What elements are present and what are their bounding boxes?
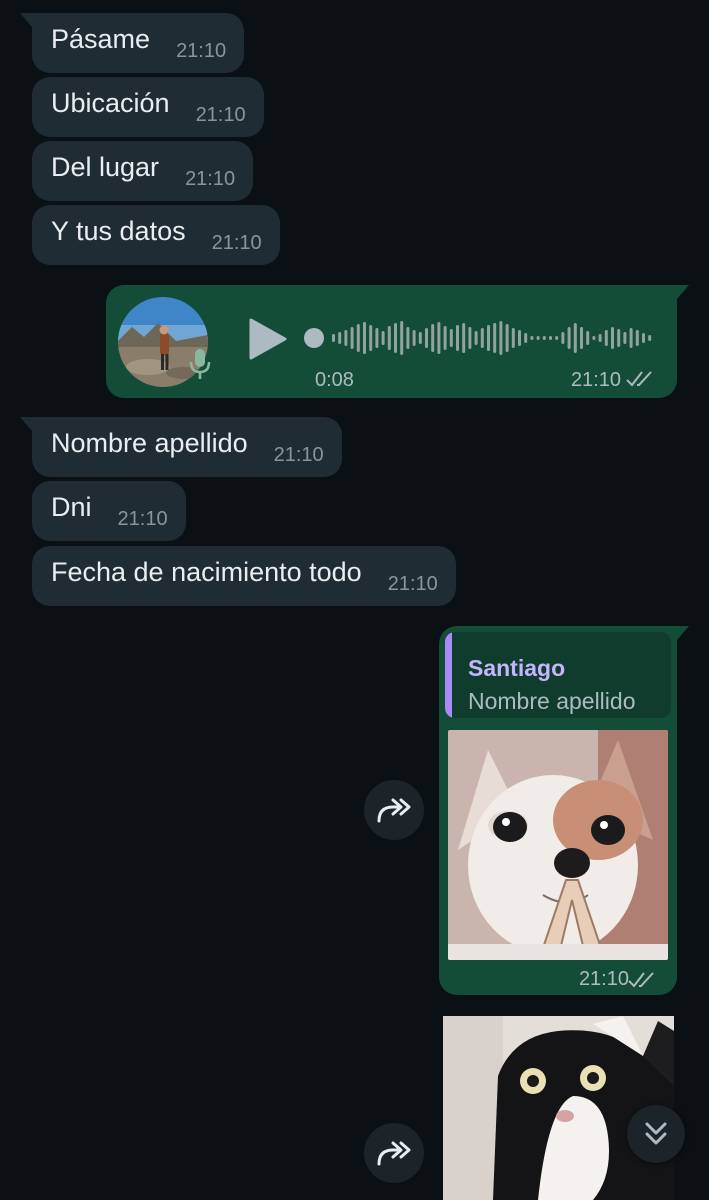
scroll-to-bottom-button[interactable] <box>627 1105 685 1163</box>
message-bubble-incoming[interactable]: Y tus datos 21:10 <box>32 205 280 265</box>
waveform-bar <box>369 325 373 351</box>
message-text: Dni <box>51 491 92 522</box>
quote-text: Nombre apellido <box>468 688 636 714</box>
waveform-bar <box>592 336 596 340</box>
waveform-bar <box>363 322 366 354</box>
waveform-bar <box>425 328 428 348</box>
message-text: Pásame <box>51 23 151 54</box>
waveform-bar <box>530 336 534 340</box>
cat-sticker-image[interactable] <box>443 1016 674 1200</box>
waveform-bar <box>586 331 590 345</box>
waveform-bar <box>443 326 447 350</box>
waveform-bar <box>449 329 453 347</box>
waveform-bar <box>617 329 621 347</box>
waveform[interactable] <box>304 313 654 363</box>
waveform-bar <box>387 326 391 350</box>
quote-accent-bar <box>445 632 452 718</box>
waveform-bar <box>518 330 521 346</box>
message-text: Nombre apellido <box>51 427 248 458</box>
message-time: 21:10 <box>195 103 246 126</box>
waveform-bar <box>344 330 348 346</box>
double-check-icon <box>626 371 652 387</box>
double-check-icon <box>628 972 654 988</box>
waveform-bar <box>611 327 614 349</box>
waveform-bar <box>468 327 472 349</box>
waveform-bar <box>549 336 552 340</box>
message-time: 21:10 <box>570 369 621 391</box>
message-bubble-incoming[interactable]: Pásame 21:10 <box>19 13 245 73</box>
message-text: Ubicación <box>51 87 170 118</box>
waveform-bar <box>499 321 503 355</box>
message-time: 21:10 <box>117 507 168 530</box>
message-text: Fecha de nacimiento todo <box>51 556 362 587</box>
chat-view: Pásame 21:10 Ubicación 21:10 Del lugar 2… <box>0 0 709 1200</box>
waveform-bar <box>474 331 478 345</box>
waveform-bar <box>635 330 639 346</box>
forward-button[interactable] <box>364 780 424 840</box>
waveform-bar <box>338 332 342 344</box>
waveform-bar <box>505 324 509 352</box>
waveform-bar <box>604 330 608 346</box>
waveform-bar <box>332 334 335 342</box>
chevron-double-down-icon <box>645 1122 667 1145</box>
message-time: 21:10 <box>273 443 324 466</box>
message-text: Y tus datos <box>51 215 186 246</box>
waveform-bar <box>598 334 602 342</box>
waveform-bar <box>431 324 435 352</box>
voice-duration: 0:08 <box>315 369 354 391</box>
quote-author: Santiago <box>468 655 566 681</box>
waveform-bar <box>437 322 441 354</box>
dog-sticker-image[interactable] <box>448 730 668 960</box>
waveform-bar <box>493 323 497 353</box>
waveform-bar <box>648 335 652 341</box>
message-time: 21:10 <box>211 231 262 254</box>
waveform-bar <box>480 328 484 348</box>
waveform-bar <box>623 332 627 344</box>
waveform-bar <box>567 327 571 349</box>
forward-button[interactable] <box>364 1123 424 1183</box>
message-bubble-incoming[interactable]: Dni 21:10 <box>32 481 186 541</box>
message-bubble-incoming[interactable]: Fecha de nacimiento todo 21:10 <box>32 546 456 606</box>
waveform-bar <box>580 327 583 349</box>
microphone-icon <box>189 349 211 379</box>
waveform-bar <box>542 336 546 340</box>
waveform-bar <box>406 327 410 349</box>
waveform-bar <box>524 333 528 343</box>
voice-message[interactable]: 0:08 21:10 <box>106 285 689 398</box>
waveform-bar <box>350 327 354 349</box>
message-time: 21:10 <box>387 572 438 595</box>
waveform-bar <box>356 324 360 352</box>
message-time: 21:10 <box>185 167 236 190</box>
waveform-bar <box>561 332 565 344</box>
waveform-bar <box>642 333 645 343</box>
waveform-bar <box>536 336 540 340</box>
forward-icon <box>377 1141 411 1166</box>
quoted-message[interactable]: Santiago Nombre apellido <box>445 632 671 718</box>
waveform-bar <box>381 331 385 345</box>
waveform-bar <box>375 328 379 348</box>
waveform-bar <box>462 323 466 353</box>
waveform-bar <box>511 328 515 348</box>
message-bubble-incoming[interactable]: Del lugar 21:10 <box>32 141 254 201</box>
waveform-bar <box>629 328 633 348</box>
waveform-bar <box>394 323 397 353</box>
message-bubble-incoming[interactable]: Nombre apellido 21:10 <box>20 417 342 477</box>
message-text: Del lugar <box>51 151 160 182</box>
message-bubble-incoming[interactable]: Ubicación 21:10 <box>32 77 264 137</box>
waveform-bar <box>418 332 422 344</box>
message-time: 21:10 <box>176 39 227 62</box>
sticker-reply-message[interactable]: Santiago Nombre apellido 21:10 <box>439 626 689 995</box>
play-icon[interactable] <box>248 318 288 360</box>
forward-icon <box>377 798 411 823</box>
waveform-bar <box>487 325 490 351</box>
waveform-bar <box>555 336 559 340</box>
waveform-bar <box>573 323 577 353</box>
waveform-bar <box>412 330 416 346</box>
playback-position-dot[interactable] <box>304 328 324 348</box>
message-time: 21:10 <box>578 968 629 990</box>
waveform-bar <box>456 325 459 351</box>
waveform-bar <box>400 321 404 355</box>
